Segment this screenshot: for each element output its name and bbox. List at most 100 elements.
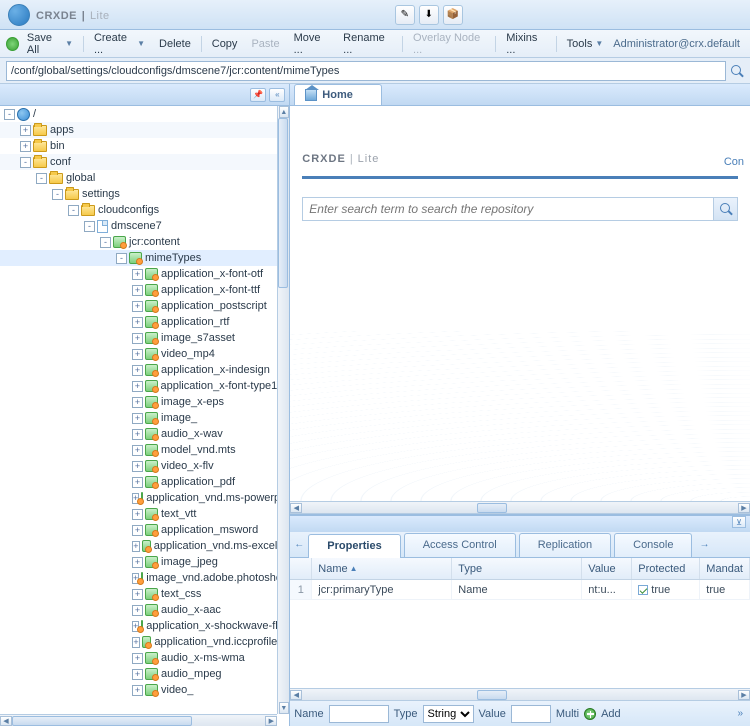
expand-icon[interactable]: + <box>20 141 31 152</box>
tree-node[interactable]: +application_vnd.iccprofile <box>0 634 277 650</box>
tree-node[interactable]: +apps <box>0 122 277 138</box>
tree-collapse-icon[interactable]: « <box>269 88 285 102</box>
tree-node[interactable]: +image_s7asset <box>0 330 277 346</box>
header-tool-1[interactable]: ✎ <box>395 5 415 25</box>
tree-node[interactable]: +bin <box>0 138 277 154</box>
expand-icon[interactable]: + <box>132 589 143 600</box>
expand-icon[interactable]: + <box>132 445 143 456</box>
tab-properties[interactable]: Properties <box>308 534 400 558</box>
tree-node[interactable]: +application_x-shockwave-flas <box>0 618 277 634</box>
tree-node[interactable]: +model_vnd.mts <box>0 442 277 458</box>
tree-node[interactable]: +video_ <box>0 682 277 698</box>
tree-node[interactable]: +application_postscript <box>0 298 277 314</box>
tree-vertical-scrollbar[interactable]: ▲ ▼ <box>277 106 289 714</box>
table-row[interactable]: 1jcr:primaryTypeNament:u...truetrue <box>290 580 750 600</box>
tree-node[interactable]: +application_pdf <box>0 474 277 490</box>
expand-icon[interactable]: - <box>36 173 47 184</box>
tab-access-control[interactable]: Access Control <box>404 533 516 557</box>
expand-icon[interactable]: + <box>132 365 143 376</box>
expand-icon[interactable]: + <box>132 605 143 616</box>
tree-node[interactable]: +application_vnd.ms-excel <box>0 538 277 554</box>
tree-node[interactable]: -global <box>0 170 277 186</box>
expand-icon[interactable]: + <box>132 381 143 392</box>
tree-node[interactable]: -jcr:content <box>0 234 277 250</box>
expand-icon[interactable]: + <box>132 477 143 488</box>
col-value[interactable]: Value <box>582 558 632 579</box>
tree-node[interactable]: -/ <box>0 106 277 122</box>
tree-node[interactable]: +image_x-eps <box>0 394 277 410</box>
expand-icon[interactable]: + <box>132 285 143 296</box>
tree-node[interactable]: +audio_x-aac <box>0 602 277 618</box>
tab-console[interactable]: Console <box>614 533 692 557</box>
panel-collapse-icon[interactable]: ⊻ <box>732 516 746 528</box>
expand-icon[interactable]: - <box>84 221 95 232</box>
path-input[interactable] <box>6 61 726 81</box>
tree-node[interactable]: +video_mp4 <box>0 346 277 362</box>
path-search-icon[interactable] <box>730 64 744 78</box>
col-type[interactable]: Type <box>452 558 582 579</box>
tree-node[interactable]: -mimeTypes <box>0 250 277 266</box>
tree-node[interactable]: +text_css <box>0 586 277 602</box>
expand-icon[interactable]: - <box>20 157 31 168</box>
expand-icon[interactable]: + <box>132 509 143 520</box>
col-protected[interactable]: Protected <box>632 558 700 579</box>
expand-icon[interactable]: + <box>132 413 143 424</box>
expand-icon[interactable]: + <box>132 685 143 696</box>
tree-node[interactable]: +image_jpeg <box>0 554 277 570</box>
tree-node[interactable]: +text_vtt <box>0 506 277 522</box>
tree-node[interactable]: +application_x-font-otf <box>0 266 277 282</box>
tools-button[interactable]: Tools▼ <box>561 35 610 53</box>
tree-node[interactable]: +application_x-font-ttf <box>0 282 277 298</box>
delete-button[interactable]: Delete <box>153 35 197 53</box>
move-button[interactable]: Move ... <box>288 29 336 59</box>
expand-icon[interactable]: - <box>4 109 15 120</box>
expand-icon[interactable]: + <box>132 669 143 680</box>
tab-replication[interactable]: Replication <box>519 533 611 557</box>
tree-node[interactable]: -conf <box>0 154 277 170</box>
content-horizontal-scrollbar[interactable]: ◀ ▶ <box>290 501 750 513</box>
expand-icon[interactable]: + <box>132 461 143 472</box>
tree-node[interactable]: +audio_mpeg <box>0 666 277 682</box>
tree-node[interactable]: -dmscene7 <box>0 218 277 234</box>
expand-icon[interactable]: + <box>132 525 143 536</box>
header-tool-3[interactable]: 📦 <box>443 5 463 25</box>
copy-button[interactable]: Copy <box>206 35 244 53</box>
expand-icon[interactable]: - <box>52 189 63 200</box>
expand-icon[interactable]: + <box>132 333 143 344</box>
create-button[interactable]: Create ...▼ <box>88 29 151 59</box>
tree-node[interactable]: +audio_x-ms-wma <box>0 650 277 666</box>
col-mandatory[interactable]: Mandat <box>700 558 750 579</box>
expand-icon[interactable]: - <box>68 205 79 216</box>
rename-button[interactable]: Rename ... <box>337 29 398 59</box>
tree-node[interactable]: +image_ <box>0 410 277 426</box>
expand-icon[interactable]: + <box>132 317 143 328</box>
expand-icon[interactable]: + <box>132 429 143 440</box>
expand-icon[interactable]: + <box>132 349 143 360</box>
config-link[interactable]: Con <box>724 156 744 168</box>
tree-pin-icon[interactable]: 📌 <box>250 88 266 102</box>
expand-icon[interactable]: + <box>132 269 143 280</box>
expand-icon[interactable]: + <box>132 541 140 552</box>
tree-node[interactable]: +audio_x-wav <box>0 426 277 442</box>
mixins-button[interactable]: Mixins ... <box>500 29 552 59</box>
expand-icon[interactable]: + <box>132 637 140 648</box>
property-type-select[interactable]: String <box>423 705 474 723</box>
tree-node[interactable]: -cloudconfigs <box>0 202 277 218</box>
tab-home[interactable]: Home <box>294 84 382 105</box>
add-button[interactable]: Add <box>601 708 621 720</box>
tree-horizontal-scrollbar[interactable]: ◀ ▶ <box>0 714 277 726</box>
property-name-input[interactable] <box>329 705 389 723</box>
tree-node[interactable]: -settings <box>0 186 277 202</box>
tree-node[interactable]: +application_msword <box>0 522 277 538</box>
expand-icon[interactable]: - <box>100 237 111 248</box>
tree-node[interactable]: +application_rtf <box>0 314 277 330</box>
tree-node[interactable]: +application_x-indesign <box>0 362 277 378</box>
tab-scroll-left[interactable]: ← <box>290 533 308 557</box>
expand-icon[interactable]: + <box>132 653 143 664</box>
expand-icon[interactable]: + <box>20 125 31 136</box>
tree[interactable]: -/+apps+bin-conf-global-settings-cloudco… <box>0 106 277 714</box>
repository-search-input[interactable] <box>303 198 713 220</box>
col-name[interactable]: Name▲ <box>312 558 452 579</box>
expand-icon[interactable]: + <box>132 397 143 408</box>
user-label[interactable]: Administrator@crx.default <box>613 38 744 50</box>
